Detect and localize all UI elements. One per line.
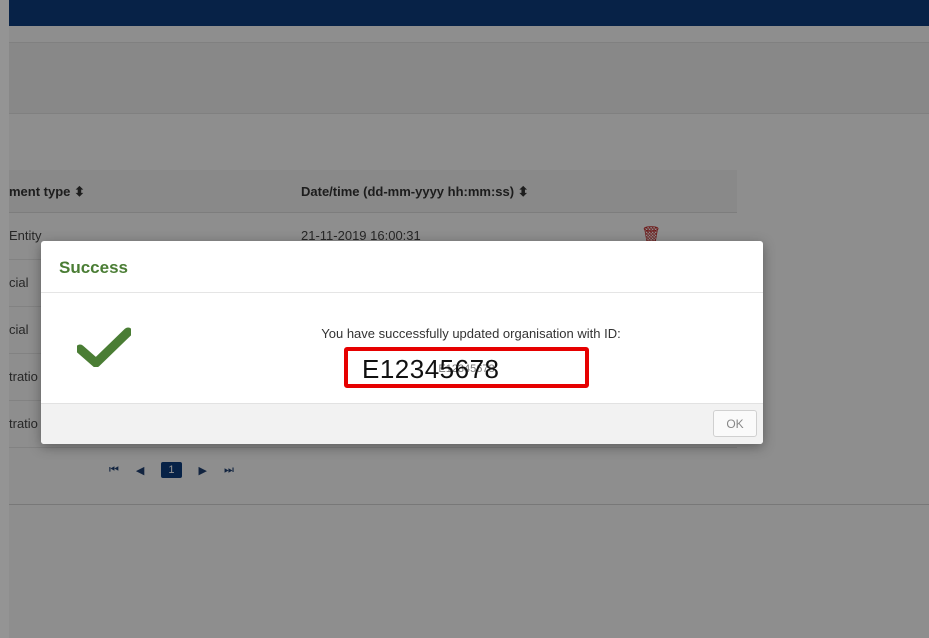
success-dialog: Success You have successfully updated or… [41, 241, 763, 444]
id-highlight-box: E12345678 E12345678 [344, 347, 589, 388]
ok-button[interactable]: OK [713, 410, 757, 437]
dialog-title: Success [59, 258, 128, 277]
dialog-footer: OK [41, 403, 763, 444]
dialog-divider [41, 292, 763, 293]
dialog-message: You have successfully updated organisati… [321, 326, 621, 341]
id-overlay-text: E12345678 [362, 354, 500, 384]
